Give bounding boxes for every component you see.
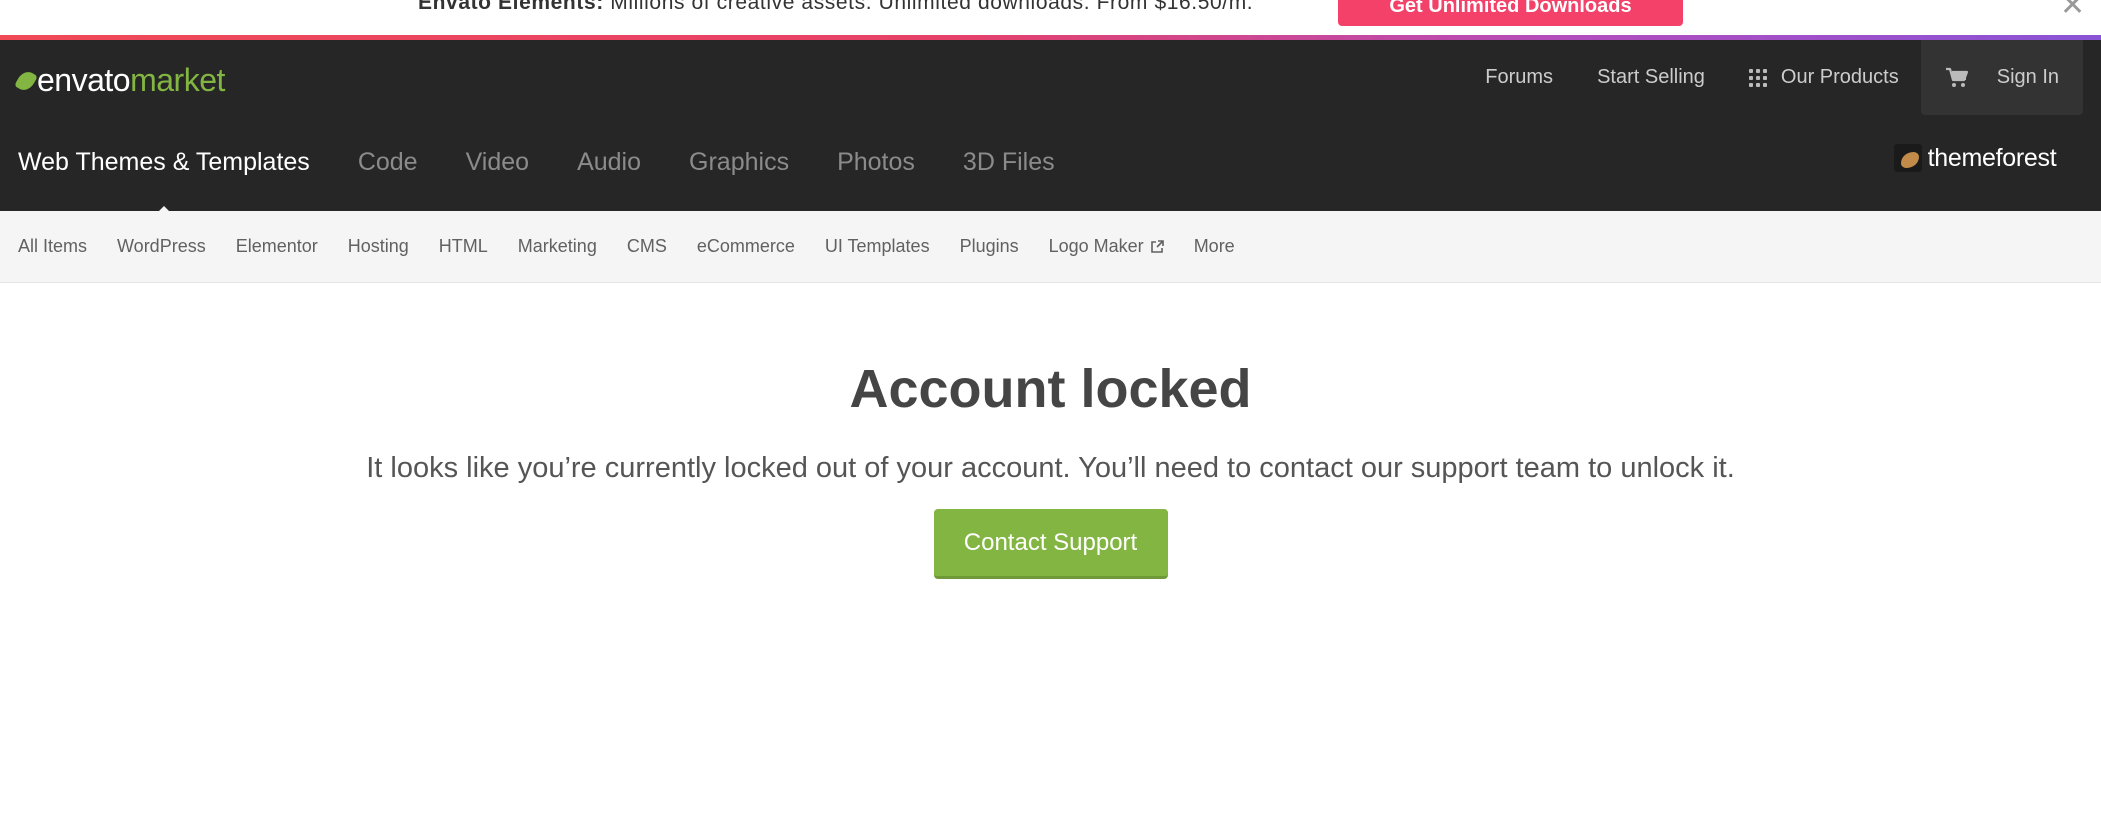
logo-market: market: [130, 62, 225, 98]
subnav-marketing[interactable]: Marketing: [518, 236, 597, 257]
themeforest-badge[interactable]: themeforest: [1867, 123, 2083, 193]
close-icon[interactable]: ✕: [2060, 0, 2085, 23]
promo-text: Envato Elements: Millions of creative as…: [418, 0, 1253, 15]
themeforest-label: themeforest: [1927, 143, 2057, 172]
promo-brand: Envato Elements:: [418, 0, 604, 14]
tab-3d-files[interactable]: 3D Files: [963, 148, 1055, 177]
site-header: envato market Forums Start Selling Our P…: [0, 40, 2101, 215]
subnav-more[interactable]: More: [1194, 236, 1235, 257]
tab-code[interactable]: Code: [358, 148, 418, 177]
top-nav: Forums Start Selling Our Products Sign I…: [1463, 40, 2083, 115]
page-title: Account locked: [849, 359, 1252, 419]
our-products-label: Our Products: [1780, 66, 1899, 88]
themeforest-icon: [1893, 144, 1922, 172]
tab-graphics[interactable]: Graphics: [689, 148, 789, 177]
logo-maker-label: Logo Maker: [1048, 236, 1144, 256]
tab-audio[interactable]: Audio: [577, 148, 641, 177]
forums-link[interactable]: Forums: [1463, 66, 1575, 89]
logo-envato: envato: [37, 62, 131, 98]
leaf-icon: [14, 67, 38, 94]
tab-web-themes-templates[interactable]: Web Themes & Templates: [18, 148, 310, 215]
main-content: Account locked It looks like you’re curr…: [0, 283, 2101, 579]
subnav-plugins[interactable]: Plugins: [960, 236, 1019, 257]
envato-market-logo[interactable]: envato market: [14, 62, 225, 99]
sub-nav: All Items WordPress Elementor Hosting HT…: [0, 211, 2101, 283]
subnav-wordpress[interactable]: WordPress: [117, 236, 206, 257]
our-products-menu[interactable]: Our Products: [1727, 66, 1921, 89]
subnav-elementor[interactable]: Elementor: [236, 236, 318, 257]
subnav-ui-templates[interactable]: UI Templates: [825, 236, 930, 257]
tab-video[interactable]: Video: [466, 148, 530, 177]
subnav-cms[interactable]: CMS: [627, 236, 667, 257]
tab-photos[interactable]: Photos: [837, 148, 915, 177]
subnav-all-items[interactable]: All Items: [18, 236, 87, 257]
external-link-icon: [1150, 239, 1164, 253]
contact-support-button[interactable]: Contact Support: [933, 509, 1168, 579]
cart-icon[interactable]: [1945, 67, 1969, 89]
promo-banner: Envato Elements: Millions of creative as…: [0, 0, 2101, 40]
grid-icon: [1748, 68, 1767, 87]
tab-label: Web Themes & Templates: [18, 148, 310, 176]
start-selling-link[interactable]: Start Selling: [1575, 66, 1727, 89]
subnav-ecommerce[interactable]: eCommerce: [697, 236, 795, 257]
get-unlimited-downloads-button[interactable]: Get Unlimited Downloads: [1338, 0, 1683, 26]
subnav-html[interactable]: HTML: [439, 236, 488, 257]
category-nav: Web Themes & Templates Code Video Audio …: [18, 148, 1103, 215]
promo-message: Millions of creative assets. Unlimited d…: [610, 0, 1254, 14]
page-description: It looks like you’re currently locked ou…: [366, 452, 1735, 484]
sign-in-link[interactable]: Sign In: [1997, 66, 2059, 89]
subnav-hosting[interactable]: Hosting: [348, 236, 409, 257]
subnav-logo-maker[interactable]: Logo Maker: [1049, 236, 1164, 257]
account-box: Sign In: [1920, 40, 2083, 115]
